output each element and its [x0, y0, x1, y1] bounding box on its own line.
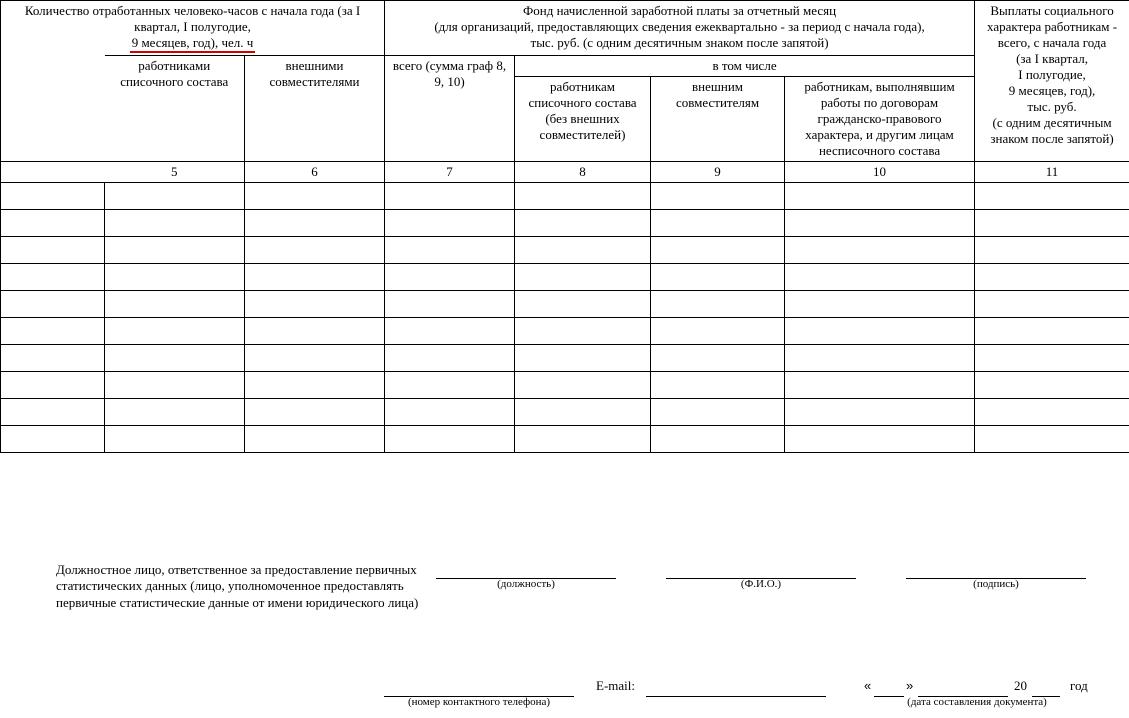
date-close-quote: »	[906, 678, 913, 693]
colnum-11: 11	[975, 162, 1129, 183]
table-row	[1, 318, 1129, 345]
table-row	[1, 399, 1129, 426]
date-day-field[interactable]	[874, 678, 904, 697]
header-fund-s2: внешним совместителям	[651, 77, 785, 162]
header-fund-total: всего (сумма граф 8, 9, 10)	[385, 56, 515, 162]
date-year-field[interactable]	[1032, 678, 1060, 697]
header-hours-sub1: работниками списочного состава	[105, 56, 245, 162]
table-row	[1, 210, 1129, 237]
date-open-quote: «	[864, 678, 871, 693]
header-hours-line2-redunderline: 9 месяцев, год), чел. ч	[130, 35, 256, 53]
email-field[interactable]	[646, 678, 826, 697]
colnum-5: 5	[105, 162, 245, 183]
table-row	[1, 291, 1129, 318]
header-fund-incl: в том числе	[515, 56, 975, 77]
header-social: Выплаты социального характера работникам…	[975, 1, 1129, 162]
colnum-8: 8	[515, 162, 651, 183]
table-row	[1, 183, 1129, 210]
post-field[interactable]: (должность)	[436, 560, 616, 579]
signature-caption: (подпись)	[906, 578, 1086, 590]
table-row	[1, 264, 1129, 291]
post-caption: (должность)	[436, 578, 616, 590]
signature-block: Должностное лицо, ответственное за предо…	[56, 560, 1106, 611]
year-label: год	[1070, 678, 1088, 694]
form-table: Количество отработанных человеко-часов с…	[0, 0, 1129, 453]
colnum-9: 9	[651, 162, 785, 183]
header-fund: Фонд начисленной заработной платы за отч…	[385, 1, 975, 56]
header-hours-sub2: внешними совместителями	[245, 56, 385, 162]
table-row	[1, 372, 1129, 399]
signature-field[interactable]: (подпись)	[906, 560, 1086, 579]
header-hours-line1: Количество отработанных человеко-часов с…	[5, 3, 380, 35]
table-row	[1, 237, 1129, 264]
table-row	[1, 345, 1129, 372]
colnum-10: 10	[785, 162, 975, 183]
responsible-person-label: Должностное лицо, ответственное за предо…	[56, 562, 426, 611]
column-number-row: 5 6 7 8 9 10 11	[1, 162, 1129, 183]
year-20-label: 20	[1014, 678, 1027, 694]
fio-field[interactable]: (Ф.И.О.)	[666, 560, 856, 579]
colnum-6: 6	[245, 162, 385, 183]
table-row	[1, 426, 1129, 453]
phone-field[interactable]: (номер контактного телефона)	[384, 678, 574, 697]
colnum-7: 7	[385, 162, 515, 183]
date-month-field[interactable]	[918, 678, 1008, 697]
date-caption: (дата составления документа)	[864, 696, 1090, 708]
fio-caption: (Ф.И.О.)	[666, 578, 856, 590]
header-fund-s1: работникам списочного состава (без внешн…	[515, 77, 651, 162]
email-label: E-mail:	[596, 678, 635, 694]
phone-caption: (номер контактного телефона)	[384, 696, 574, 708]
header-fund-s3: работникам, выполнявшим работы по догово…	[785, 77, 975, 162]
